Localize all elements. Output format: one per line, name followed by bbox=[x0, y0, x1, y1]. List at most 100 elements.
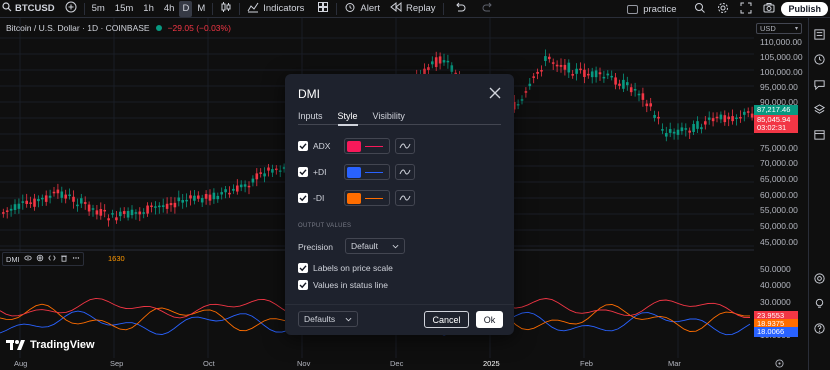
tradingview-logo: TradingView bbox=[6, 339, 95, 351]
quick-search-button[interactable] bbox=[689, 0, 711, 18]
calendar-icon[interactable] bbox=[813, 128, 826, 144]
candle bbox=[228, 192, 231, 195]
candle bbox=[575, 68, 578, 74]
candle bbox=[583, 69, 586, 77]
alarm-clock-icon bbox=[344, 1, 356, 16]
target-icon[interactable] bbox=[813, 272, 826, 288]
precision-select[interactable]: Default bbox=[345, 238, 405, 254]
checkbox-checked-icon[interactable] bbox=[298, 263, 308, 273]
publish-button[interactable]: Publish bbox=[781, 2, 828, 16]
watchlist-icon[interactable] bbox=[813, 28, 826, 44]
ok-button[interactable]: Ok bbox=[476, 311, 503, 328]
symbol-search[interactable]: BTCUSD bbox=[0, 0, 60, 18]
checkbox-checked-icon[interactable] bbox=[298, 141, 308, 151]
dmi-pane-legend[interactable]: DMI bbox=[2, 252, 84, 266]
layers-icon[interactable] bbox=[813, 103, 826, 119]
currency-selector[interactable]: USD ▾ bbox=[756, 23, 802, 34]
chart-type-button[interactable] bbox=[215, 0, 237, 18]
candle bbox=[700, 127, 703, 130]
alerts-icon[interactable] bbox=[813, 53, 826, 69]
candle bbox=[653, 114, 656, 118]
tab-visibility[interactable]: Visibility bbox=[373, 111, 405, 125]
defaults-dropdown[interactable]: Defaults bbox=[298, 311, 358, 327]
plus-di-toggle[interactable]: +DI bbox=[298, 167, 326, 177]
eye-icon[interactable] bbox=[24, 254, 32, 264]
interval-15m[interactable]: 15m bbox=[110, 0, 138, 18]
adx-toggle[interactable]: ADX bbox=[298, 141, 330, 151]
lightbulb-icon[interactable] bbox=[813, 297, 826, 313]
candle bbox=[21, 201, 25, 203]
fullscreen-button[interactable] bbox=[735, 0, 757, 18]
adx-plot-style[interactable] bbox=[395, 138, 415, 154]
adx-color-picker[interactable] bbox=[344, 138, 390, 154]
interval-1h[interactable]: 1h bbox=[138, 0, 159, 18]
candle bbox=[115, 217, 118, 221]
labels-on-price-scale-toggle[interactable]: Labels on price scale bbox=[298, 263, 393, 273]
minus-di-color-picker[interactable] bbox=[344, 190, 390, 206]
candle bbox=[271, 169, 274, 173]
price-label: 75,000.00 bbox=[760, 143, 798, 153]
symbol-label: BTCUSD bbox=[15, 3, 55, 14]
candle bbox=[602, 76, 606, 79]
replay-button[interactable]: Replay bbox=[385, 0, 441, 18]
redo-button[interactable] bbox=[474, 0, 502, 18]
plus-di-plot-style[interactable] bbox=[395, 164, 415, 180]
candle bbox=[212, 192, 216, 200]
account-selector[interactable]: practice bbox=[622, 0, 688, 18]
checkbox-checked-icon[interactable] bbox=[298, 193, 308, 203]
minus-di-plot-style[interactable] bbox=[395, 190, 415, 206]
candle bbox=[446, 60, 450, 63]
candle bbox=[746, 111, 750, 113]
candle bbox=[239, 184, 243, 188]
candle bbox=[431, 61, 434, 65]
values-in-status-line-label: Values in status line bbox=[313, 280, 388, 290]
settings-button[interactable] bbox=[712, 0, 734, 18]
plus-di-color-swatch bbox=[347, 166, 361, 178]
time-label: Oct bbox=[203, 359, 215, 368]
time-axis[interactable]: Aug Sep Oct Nov Dec 2025 Feb Mar bbox=[0, 358, 808, 370]
compare-symbol-button[interactable] bbox=[60, 0, 82, 18]
close-icon[interactable] bbox=[489, 87, 501, 99]
interval-4h[interactable]: 4h bbox=[159, 0, 180, 18]
tradingview-icon bbox=[6, 340, 25, 350]
interval-d[interactable]: D bbox=[179, 0, 193, 17]
candle bbox=[60, 191, 64, 198]
indicators-button[interactable]: Indicators bbox=[242, 0, 309, 18]
dmi-settings-dialog: DMI Inputs Style Visibility ADX +DI -DI bbox=[285, 74, 514, 335]
candle bbox=[17, 203, 21, 209]
undo-button[interactable] bbox=[446, 0, 474, 18]
tab-style[interactable]: Style bbox=[337, 111, 358, 126]
candle bbox=[134, 212, 138, 214]
snapshot-button[interactable] bbox=[758, 0, 780, 18]
minus-di-toggle[interactable]: -DI bbox=[298, 193, 324, 203]
templates-button[interactable] bbox=[309, 0, 334, 18]
checkbox-checked-icon[interactable] bbox=[298, 167, 308, 177]
dialog-footer-divider bbox=[285, 304, 514, 305]
source-code-icon[interactable] bbox=[48, 254, 56, 264]
candle bbox=[169, 203, 173, 206]
tab-inputs[interactable]: Inputs bbox=[298, 111, 323, 125]
checkbox-checked-icon[interactable] bbox=[298, 280, 308, 290]
candle bbox=[99, 209, 103, 216]
plus-di-color-picker[interactable] bbox=[344, 164, 390, 180]
candle bbox=[173, 202, 177, 208]
cancel-button[interactable]: Cancel bbox=[424, 311, 469, 328]
price-axis[interactable]: USD ▾ 110,000.00 105,000.00 100,000.00 9… bbox=[754, 18, 808, 358]
interval-5m[interactable]: 5m bbox=[87, 0, 110, 18]
replay-label: Replay bbox=[405, 3, 436, 14]
alert-button[interactable]: Alert bbox=[339, 0, 385, 18]
delete-icon[interactable] bbox=[60, 254, 68, 264]
help-icon[interactable] bbox=[813, 322, 826, 338]
candle bbox=[649, 103, 652, 107]
interval-m[interactable]: M bbox=[192, 0, 210, 18]
candle bbox=[618, 83, 621, 86]
more-icon[interactable] bbox=[72, 254, 80, 264]
chat-icon[interactable] bbox=[813, 78, 826, 94]
settings-icon[interactable] bbox=[36, 254, 44, 264]
candle bbox=[731, 116, 734, 122]
candle bbox=[95, 210, 99, 215]
candle bbox=[692, 124, 695, 132]
go-to-date-icon[interactable] bbox=[775, 359, 784, 370]
candle bbox=[668, 129, 672, 133]
values-in-status-line-toggle[interactable]: Values in status line bbox=[298, 280, 388, 290]
